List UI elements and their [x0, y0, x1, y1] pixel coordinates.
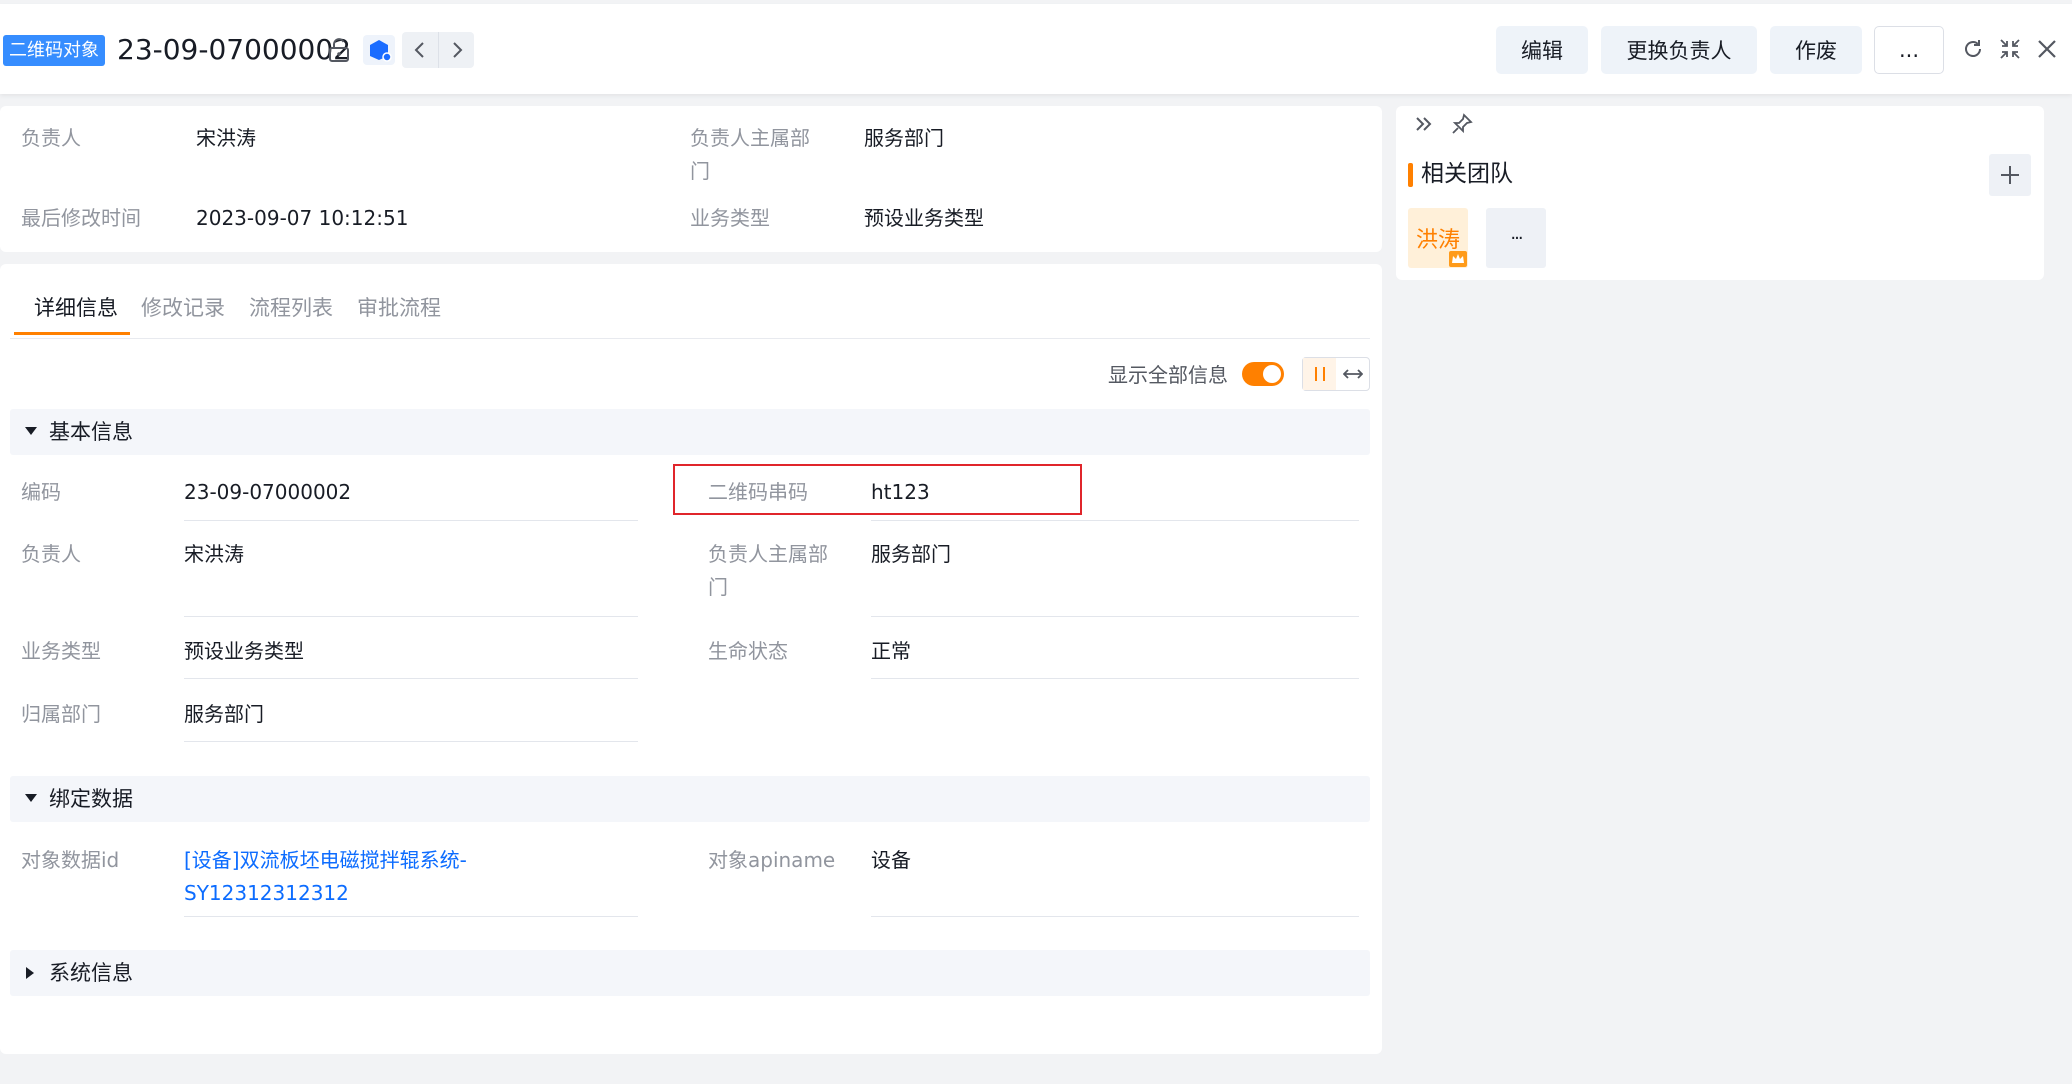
tab-divider: [10, 338, 1370, 339]
field-divider: [871, 678, 1359, 679]
record-header: 二维码对象 23-09-07000002 编辑 更换负责人 作废 ...: [0, 4, 2072, 94]
more-members-button[interactable]: ···: [1486, 208, 1546, 268]
section-system-info[interactable]: 系统信息: [10, 950, 1370, 996]
caret-down-icon: [25, 427, 37, 435]
dept-label: 归属部门: [21, 702, 101, 726]
add-member-button[interactable]: [1989, 154, 2031, 196]
summary-owner-dept-value: 服务部门: [864, 126, 944, 150]
owner-dept-label: 负责人主属部: [708, 542, 828, 566]
summary-owner-value: 宋洪涛: [196, 126, 256, 150]
two-column-layout-button[interactable]: [1303, 358, 1336, 390]
prev-record-button[interactable]: [402, 32, 438, 68]
object-apiname-label: 对象apiname: [708, 848, 836, 872]
summary-modified-label: 最后修改时间: [21, 206, 141, 230]
field-divider: [871, 916, 1359, 917]
chevron-right-icon: [452, 42, 462, 58]
full-width-layout-button[interactable]: [1336, 358, 1369, 390]
refresh-icon[interactable]: [1961, 37, 1985, 61]
related-team-title: 相关团队: [1421, 161, 1513, 187]
section-system-info-title: 系统信息: [49, 961, 133, 985]
tab-process-list[interactable]: 流程列表: [249, 291, 333, 325]
field-divider: [184, 678, 638, 679]
change-owner-button[interactable]: 更换负责人: [1601, 26, 1757, 74]
ellipsis-icon: ···: [1510, 227, 1523, 249]
show-all-toggle[interactable]: [1242, 362, 1284, 386]
columns-icon: [1314, 367, 1325, 381]
title-accent-bar: [1408, 163, 1413, 187]
tab-detail[interactable]: 详细信息: [34, 291, 118, 325]
layout-switch: [1302, 357, 1370, 391]
section-binding-data-title: 绑定数据: [49, 787, 133, 811]
tab-approval-flow[interactable]: 审批流程: [357, 291, 441, 325]
summary-owner-label: 负责人: [21, 126, 81, 150]
owner-crown-icon: [1449, 251, 1467, 267]
label-tag-icon[interactable]: [363, 35, 395, 65]
plus-icon: [2001, 166, 2019, 184]
summary-modified-value: 2023-09-07 10:12:51: [196, 206, 409, 230]
owner-label: 负责人: [21, 542, 81, 566]
code-value: 23-09-07000002: [184, 480, 352, 504]
close-icon[interactable]: [2035, 37, 2059, 61]
section-binding-data[interactable]: 绑定数据: [10, 776, 1370, 822]
summary-card: 负责人 宋洪涛 负责人主属部 门 服务部门 最后修改时间 2023-09-07 …: [0, 106, 1382, 252]
lifecycle-value: 正常: [871, 639, 911, 663]
active-tab-indicator: [14, 332, 130, 335]
field-divider: [184, 741, 638, 742]
show-all-label: 显示全部信息: [1108, 363, 1228, 387]
section-basic-info-title: 基本信息: [49, 420, 133, 444]
owner-dept-label-cont: 门: [708, 575, 728, 599]
lifecycle-label: 生命状态: [708, 639, 788, 663]
caret-down-icon: [25, 794, 37, 802]
object-id-link-cont[interactable]: SY12312312312: [184, 877, 349, 910]
record-title: 23-09-07000002: [117, 33, 351, 66]
tab-change-log[interactable]: 修改记录: [141, 291, 225, 325]
edit-button[interactable]: 编辑: [1496, 26, 1588, 74]
record-nav: [402, 32, 474, 68]
pin-icon[interactable]: [1450, 112, 1474, 140]
object-apiname-value: 设备: [871, 848, 911, 872]
field-divider: [184, 916, 638, 917]
chevron-left-icon: [414, 42, 424, 58]
owner-dept-value: 服务部门: [871, 542, 951, 566]
collapse-icon[interactable]: [1998, 37, 2022, 61]
field-divider: [871, 520, 1359, 521]
field-divider: [184, 616, 638, 617]
object-id-label: 对象数据id: [21, 848, 120, 872]
dept-value: 服务部门: [184, 702, 264, 726]
biz-type-label: 业务类型: [21, 639, 101, 663]
summary-owner-dept-label-cont: 门: [690, 159, 710, 183]
summary-biz-type-label: 业务类型: [690, 206, 770, 230]
next-record-button[interactable]: [438, 32, 474, 68]
void-button[interactable]: 作废: [1770, 26, 1862, 74]
unlock-icon[interactable]: [326, 37, 352, 63]
section-basic-info[interactable]: 基本信息: [10, 409, 1370, 455]
object-type-tag: 二维码对象: [3, 35, 105, 66]
caret-right-icon: [26, 967, 34, 979]
field-divider: [871, 616, 1359, 617]
expand-horizontal-icon: [1342, 369, 1363, 379]
biz-type-value: 预设业务类型: [184, 639, 304, 663]
code-label: 编码: [21, 480, 61, 504]
highlight-box: [673, 464, 1082, 515]
owner-value: 宋洪涛: [184, 542, 244, 566]
object-id-link[interactable]: [设备]双流板坯电磁搅拌辊系统-: [184, 844, 467, 877]
field-divider: [184, 520, 638, 521]
summary-owner-dept-label: 负责人主属部: [690, 126, 810, 150]
summary-biz-type-value: 预设业务类型: [864, 206, 984, 230]
more-actions-button[interactable]: ...: [1874, 26, 1944, 74]
double-chevron-right-icon[interactable]: [1413, 113, 1435, 139]
